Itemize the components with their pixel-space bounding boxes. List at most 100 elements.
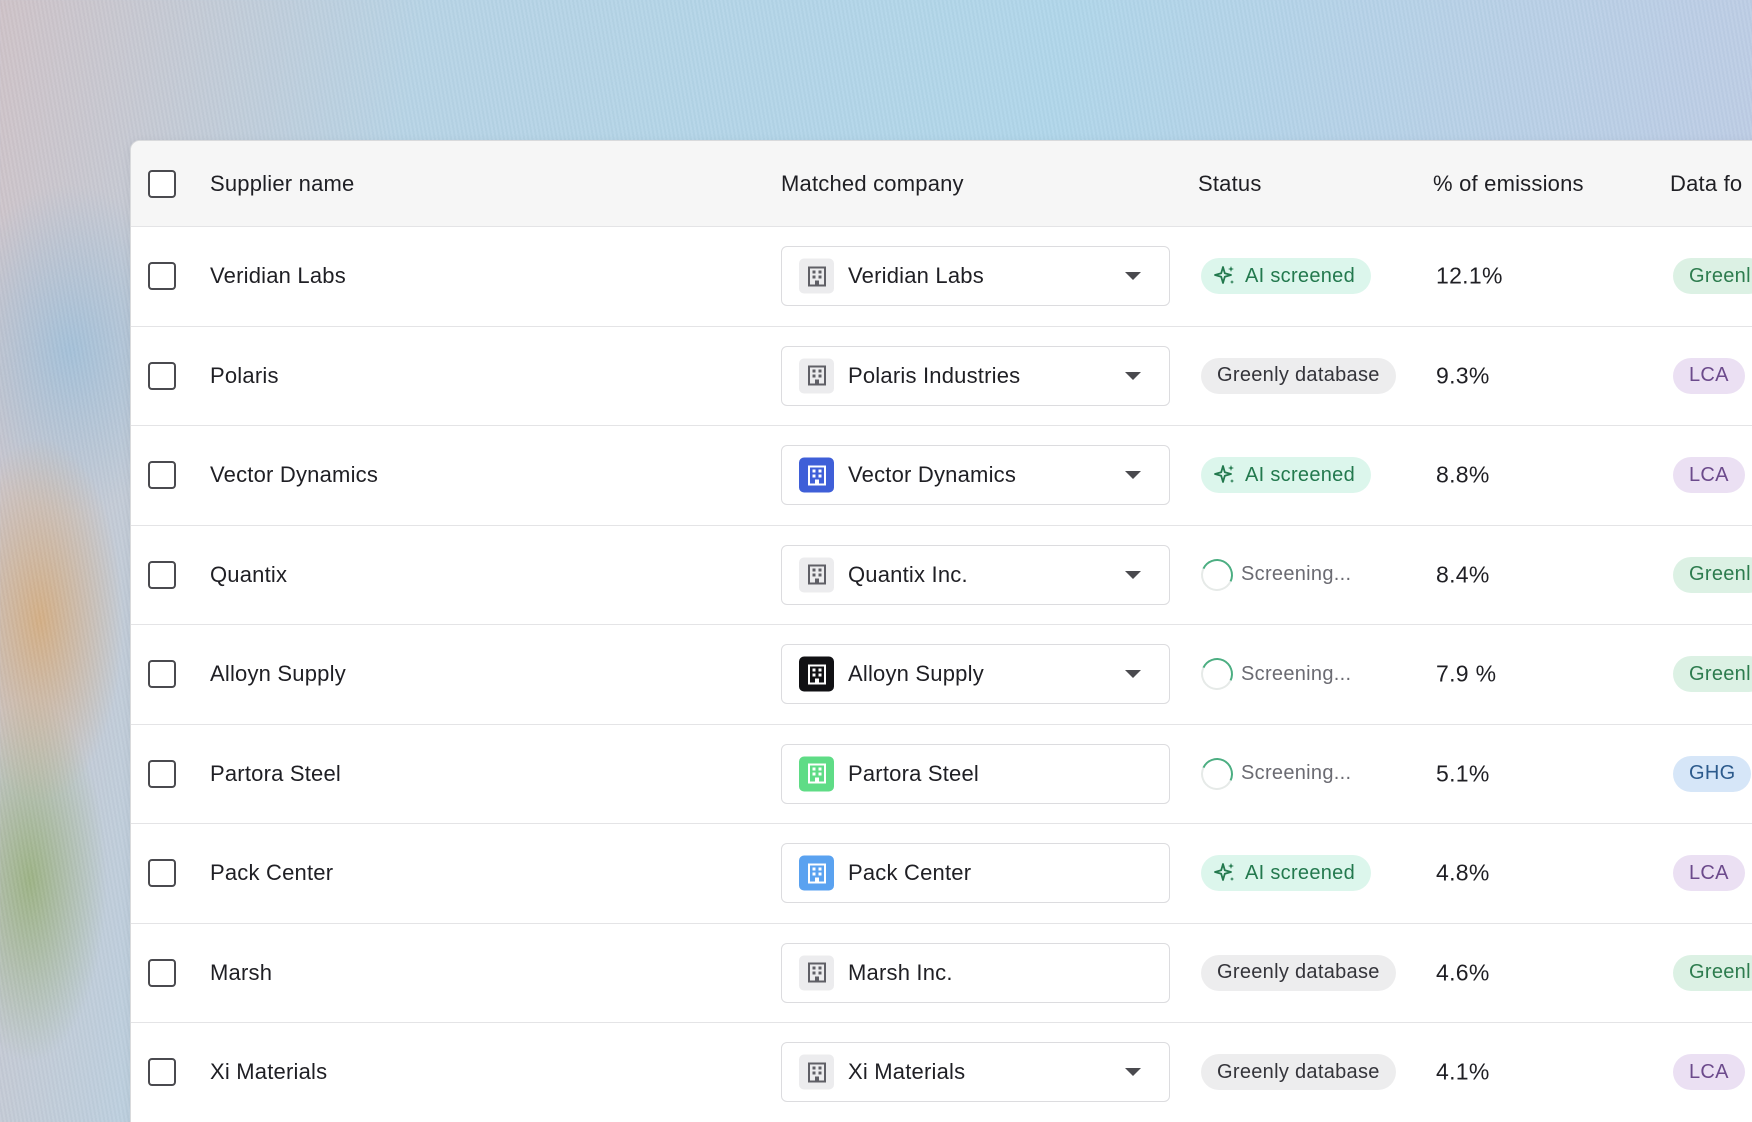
matched-company-dropdown[interactable]: Veridian Labs	[781, 246, 1170, 307]
data-source-label: LCA	[1689, 1060, 1729, 1083]
table-row[interactable]: Polaris Polaris Industries Greenly datab…	[131, 327, 1752, 426]
building-icon	[799, 756, 834, 792]
chevron-down-icon[interactable]	[1125, 272, 1141, 281]
status-label: Greenly database	[1217, 1060, 1380, 1083]
row-checkbox[interactable]	[148, 859, 176, 888]
column-header-status[interactable]: Status	[1198, 171, 1262, 197]
chevron-down-icon[interactable]	[1125, 570, 1141, 579]
data-source-badge: GHG	[1673, 755, 1752, 792]
supplier-name: Partora Steel	[210, 760, 342, 786]
table-row[interactable]: Xi Materials Xi Materials Greenly databa…	[131, 1023, 1752, 1122]
emissions-percentage: 4.6%	[1436, 959, 1490, 986]
status-badge: Greenly database	[1201, 1054, 1396, 1091]
matched-company-label: Veridian Labs	[848, 263, 984, 289]
data-source-badge: LCA	[1673, 457, 1745, 494]
data-source-label: LCA	[1689, 364, 1729, 387]
matched-company-dropdown[interactable]: Marsh Inc.	[781, 942, 1170, 1003]
building-icon	[799, 457, 834, 493]
row-checkbox[interactable]	[148, 958, 176, 987]
status-badge: AI screened	[1201, 855, 1372, 892]
table-row[interactable]: Vector Dynamics Vector Dynamics AI scree…	[131, 426, 1752, 526]
building-icon	[799, 258, 834, 294]
table-row[interactable]: Veridian Labs Veridian Labs AI screened …	[131, 227, 1752, 327]
chevron-down-icon[interactable]	[1125, 471, 1141, 480]
column-header-supplier[interactable]: Supplier name	[210, 171, 354, 197]
status-label: Greenly database	[1217, 961, 1380, 984]
matched-company-label: Marsh Inc.	[848, 959, 953, 985]
data-source-badge: Greenl	[1673, 258, 1752, 295]
spinner-icon	[1196, 653, 1238, 695]
sparkle-icon	[1213, 264, 1237, 288]
building-icon	[799, 855, 834, 891]
emissions-percentage: 8.8%	[1436, 461, 1490, 488]
row-checkbox[interactable]	[148, 1058, 176, 1087]
data-source-label: LCA	[1689, 861, 1729, 884]
status-badge: Screening...	[1196, 753, 1367, 795]
status-label: Greenly database	[1217, 364, 1380, 387]
chevron-down-icon[interactable]	[1125, 670, 1141, 679]
data-source-label: Greenl	[1689, 961, 1751, 984]
table-row[interactable]: Quantix Quantix Inc. Screening... 8.4% G…	[131, 526, 1752, 625]
matched-company-label: Quantix Inc.	[848, 561, 968, 587]
status-label: Screening...	[1241, 762, 1352, 785]
data-source-badge: LCA	[1673, 1054, 1745, 1091]
column-header-data-source[interactable]: Data fo	[1670, 171, 1742, 197]
table-row[interactable]: Partora Steel Partora Steel Screening...…	[131, 725, 1752, 824]
emissions-percentage: 5.1%	[1436, 760, 1490, 787]
matched-company-label: Polaris Industries	[848, 362, 1021, 388]
supplier-name: Marsh	[210, 959, 273, 985]
sparkle-icon	[1213, 463, 1237, 487]
chevron-down-icon[interactable]	[1125, 371, 1141, 380]
emissions-percentage: 12.1%	[1436, 262, 1503, 289]
data-source-label: Greenl	[1689, 662, 1751, 685]
supplier-name: Quantix	[210, 561, 288, 587]
building-icon	[799, 656, 834, 692]
matched-company-label: Xi Materials	[848, 1059, 966, 1085]
row-checkbox[interactable]	[148, 461, 176, 490]
matched-company-dropdown[interactable]: Alloyn Supply	[781, 644, 1170, 705]
status-badge: AI screened	[1201, 457, 1372, 494]
supplier-name: Xi Materials	[210, 1059, 328, 1085]
chevron-down-icon[interactable]	[1125, 1068, 1141, 1077]
table-row[interactable]: Pack Center Pack Center AI screened 4.8%…	[131, 824, 1752, 924]
building-icon	[799, 955, 834, 991]
table-row[interactable]: Marsh Marsh Inc. Greenly database 4.6% G…	[131, 924, 1752, 1023]
status-badge: Greenly database	[1201, 357, 1396, 394]
data-source-label: Greenl	[1689, 264, 1751, 287]
status-label: Screening...	[1241, 662, 1352, 685]
column-header-emissions[interactable]: % of emissions	[1433, 171, 1584, 197]
matched-company-label: Partora Steel	[848, 760, 980, 786]
emissions-percentage: 8.4%	[1436, 561, 1490, 588]
sparkle-icon	[1213, 861, 1237, 885]
emissions-percentage: 9.3%	[1436, 362, 1490, 389]
matched-company-dropdown[interactable]: Pack Center	[781, 843, 1170, 904]
matched-company-dropdown[interactable]: Vector Dynamics	[781, 445, 1170, 506]
matched-company-dropdown[interactable]: Xi Materials	[781, 1042, 1170, 1103]
select-all-checkbox[interactable]	[148, 169, 176, 198]
row-checkbox[interactable]	[148, 560, 176, 589]
matched-company-dropdown[interactable]: Polaris Industries	[781, 345, 1170, 406]
row-checkbox[interactable]	[148, 262, 176, 291]
table-row[interactable]: Alloyn Supply Alloyn Supply Screening...…	[131, 625, 1752, 725]
row-checkbox[interactable]	[148, 660, 176, 689]
table-body: Veridian Labs Veridian Labs AI screened …	[131, 227, 1752, 1122]
emissions-percentage: 4.8%	[1436, 859, 1490, 886]
matched-company-dropdown[interactable]: Partora Steel	[781, 743, 1170, 804]
matched-company-label: Pack Center	[848, 860, 972, 886]
supplier-name: Alloyn Supply	[210, 661, 346, 687]
status-badge: Greenly database	[1201, 954, 1396, 991]
row-checkbox[interactable]	[148, 759, 176, 788]
matched-company-dropdown[interactable]: Quantix Inc.	[781, 544, 1170, 605]
building-icon	[799, 557, 834, 593]
column-header-matched-company[interactable]: Matched company	[781, 171, 964, 197]
supplier-name: Vector Dynamics	[210, 462, 379, 488]
row-checkbox[interactable]	[148, 361, 176, 390]
status-label: AI screened	[1245, 861, 1356, 884]
status-label: AI screened	[1245, 264, 1356, 287]
building-icon	[799, 358, 834, 394]
data-source-badge: Greenl	[1673, 954, 1752, 991]
supplier-name: Pack Center	[210, 860, 334, 886]
status-label: Screening...	[1241, 563, 1352, 586]
data-source-badge: LCA	[1673, 855, 1745, 892]
status-label: AI screened	[1245, 463, 1356, 486]
